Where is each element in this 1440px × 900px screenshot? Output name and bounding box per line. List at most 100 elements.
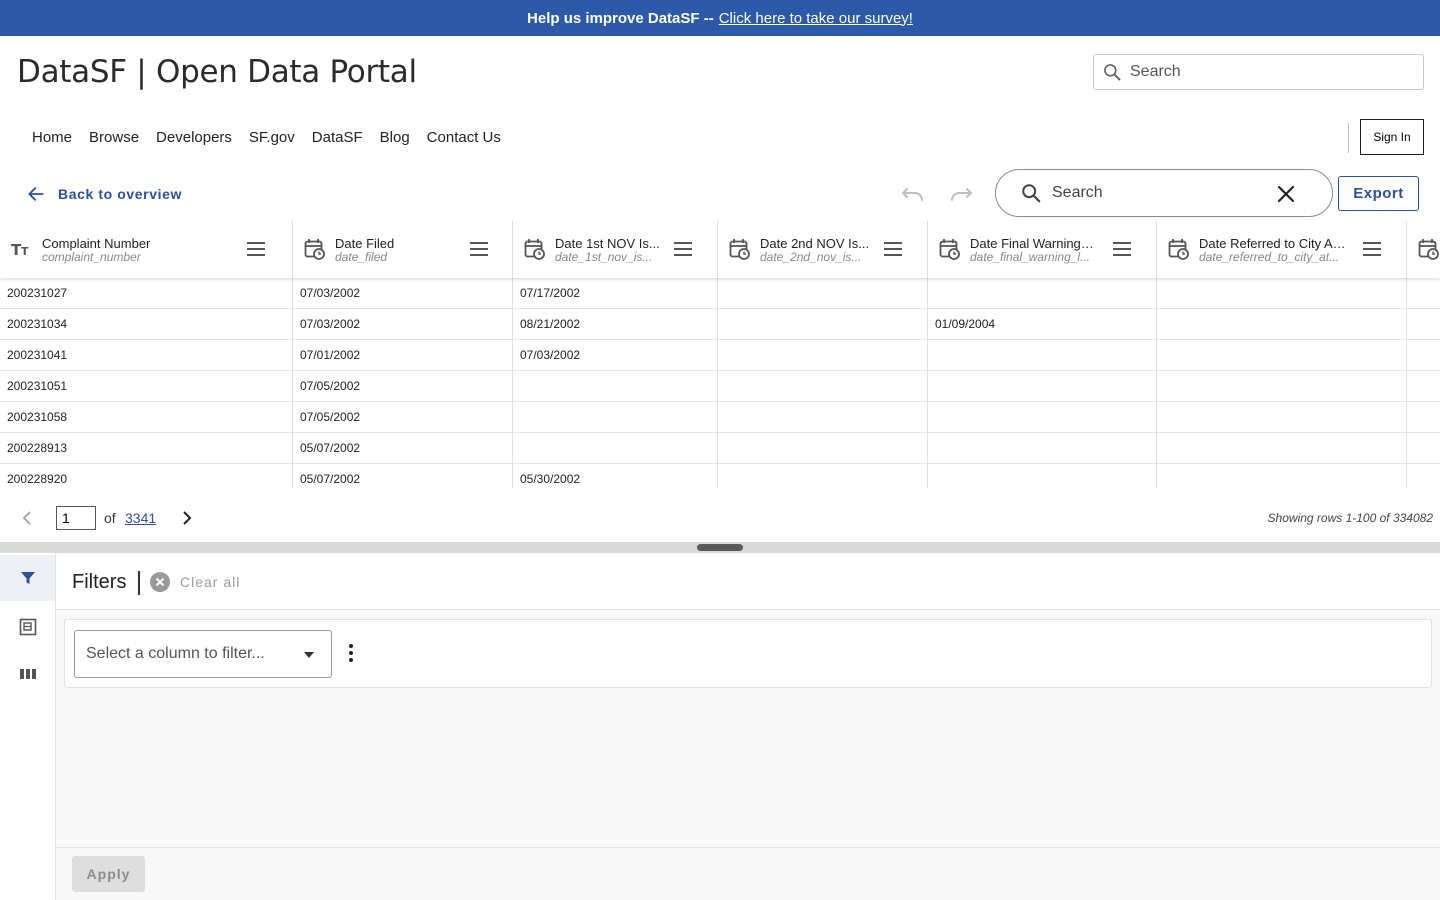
redo-icon[interactable]: [949, 185, 973, 203]
undo-icon[interactable]: [901, 185, 925, 203]
column-header-partial[interactable]: [1406, 221, 1440, 278]
table-row[interactable]: 200231058 07/05/2002: [0, 402, 1440, 433]
total-pages-link[interactable]: 3341: [125, 510, 156, 526]
close-icon[interactable]: [1276, 184, 1296, 204]
filters-footer: Apply: [56, 847, 1440, 900]
export-button[interactable]: Export: [1338, 176, 1419, 211]
site-search-input[interactable]: [1130, 63, 1410, 81]
calendar-date-icon: [1168, 239, 1189, 260]
hamburger-menu-icon[interactable]: [673, 241, 693, 257]
table-cell: [1156, 464, 1406, 488]
table-cell: 07/03/2002: [292, 278, 512, 309]
rows-info: Showing rows 1-100 of 334082: [1267, 511, 1433, 525]
table-cell: 200228920: [7, 472, 68, 486]
table-cell: [717, 309, 927, 340]
column-header-date-2nd-nov[interactable]: Date 2nd NOV Is... date_2nd_nov_is...: [717, 221, 927, 278]
chevron-right-icon[interactable]: [178, 510, 194, 526]
table-cell: [1156, 433, 1406, 464]
column-name: Complaint Number: [42, 236, 151, 251]
table-cell: [717, 278, 927, 309]
nav-item-sfgov[interactable]: SF.gov: [249, 129, 295, 146]
hamburger-menu-icon[interactable]: [883, 241, 903, 257]
drag-handle[interactable]: [697, 544, 743, 551]
column-name: Date 1st NOV Is...: [555, 236, 660, 251]
table-cell: [512, 402, 717, 433]
survey-link[interactable]: Click here to take our survey!: [719, 10, 913, 27]
table-cell: [512, 433, 717, 464]
table-cell: [927, 371, 1156, 402]
rail-columns-button[interactable]: [0, 651, 55, 697]
table-cell: 200231058: [7, 410, 68, 424]
column-header-complaint-number[interactable]: TT Complaint Number complaint_number: [0, 221, 292, 278]
column-field: date_referred_to_city_at...: [1199, 250, 1340, 264]
table-cell: [1156, 278, 1406, 309]
filters-title: Filters: [72, 571, 127, 593]
site-search[interactable]: [1093, 54, 1424, 90]
site-header: DataSF | Open Data Portal: [0, 36, 1440, 111]
hamburger-menu-icon[interactable]: [1112, 241, 1132, 257]
filter-row: Select a column to filter...: [64, 619, 1432, 688]
table-row[interactable]: 200231051 07/05/2002: [0, 371, 1440, 402]
nav-item-datasf[interactable]: DataSF: [312, 129, 363, 146]
title-divider: [138, 571, 140, 595]
text-type-icon: TT: [11, 241, 29, 258]
hamburger-menu-icon[interactable]: [1362, 241, 1382, 257]
table-cell: [717, 464, 927, 488]
grid-search-input[interactable]: [1052, 184, 1272, 202]
table-cell: 07/01/2002: [292, 340, 512, 371]
banner-text: Help us improve DataSF --: [527, 9, 714, 27]
chevron-left-icon[interactable]: [20, 510, 36, 526]
column-header-date-filed[interactable]: Date Filed date_filed: [292, 221, 512, 278]
main-nav: Home Browse Developers SF.gov DataSF Blo…: [0, 111, 1440, 161]
nav-item-developers[interactable]: Developers: [156, 129, 232, 146]
data-grid: TT Complaint Number complaint_number Dat…: [0, 221, 1440, 488]
nav-divider: [1348, 123, 1349, 153]
calendar-date-icon: [939, 239, 960, 260]
table-cell: 05/30/2002: [512, 464, 717, 488]
site-title[interactable]: DataSF | Open Data Portal: [17, 54, 417, 90]
grid-search[interactable]: [995, 169, 1333, 217]
table-row[interactable]: 200228920 05/07/2002 05/30/2002: [0, 464, 1440, 488]
table-cell: [927, 402, 1156, 433]
table-cell: 05/07/2002: [292, 433, 512, 464]
nav-item-home[interactable]: Home: [32, 129, 72, 146]
column-filter-select[interactable]: Select a column to filter...: [74, 630, 332, 678]
table-cell: [1406, 464, 1440, 488]
clear-all-label: Clear all: [180, 574, 241, 590]
column-header-date-1st-nov[interactable]: Date 1st NOV Is... date_1st_nov_is...: [512, 221, 717, 278]
apply-button[interactable]: Apply: [72, 856, 145, 892]
table-row[interactable]: 200231027 07/03/2002 07/17/2002: [0, 278, 1440, 309]
panel-splitter[interactable]: [0, 542, 1440, 553]
table-cell: [1156, 340, 1406, 371]
hamburger-menu-icon[interactable]: [469, 241, 489, 257]
page-number-input[interactable]: [56, 506, 96, 530]
caret-down-icon: [304, 652, 314, 658]
table-cell: 05/07/2002: [292, 464, 512, 488]
sign-in-button[interactable]: Sign In: [1360, 119, 1424, 155]
more-options-icon[interactable]: [348, 643, 354, 663]
nav-item-contact-us[interactable]: Contact Us: [427, 129, 501, 146]
rail-table-button[interactable]: [0, 604, 55, 650]
table-cell: [1156, 371, 1406, 402]
column-header-date-final-warning[interactable]: Date Final Warning ... date_final_warnin…: [927, 221, 1156, 278]
table-cell: 07/03/2002: [292, 309, 512, 340]
rail-filters-button[interactable]: [0, 555, 55, 601]
column-field: date_final_warning_l...: [970, 250, 1091, 264]
back-to-overview-link[interactable]: Back to overview: [26, 184, 182, 204]
table-row[interactable]: 200231041 07/01/2002 07/03/2002: [0, 340, 1440, 371]
table-cell: 200228913: [7, 441, 68, 455]
table-cell: [927, 433, 1156, 464]
column-header-date-referred[interactable]: Date Referred to City Att... date_referr…: [1156, 221, 1406, 278]
nav-item-browse[interactable]: Browse: [89, 129, 139, 146]
nav-item-blog[interactable]: Blog: [380, 129, 410, 146]
table-cell: 07/17/2002: [512, 278, 717, 309]
table-row[interactable]: 200228913 05/07/2002: [0, 433, 1440, 464]
table-cell: [1406, 278, 1440, 309]
clear-all-button[interactable]: Clear all: [150, 572, 240, 592]
table-row[interactable]: 200231034 07/03/2002 08/21/2002 01/09/20…: [0, 309, 1440, 340]
calendar-date-icon: [1418, 239, 1439, 260]
column-field: complaint_number: [42, 250, 141, 264]
table-cell: 200231041: [7, 348, 68, 362]
hamburger-menu-icon[interactable]: [246, 241, 266, 257]
dataset-toolbar: Back to overview Export: [0, 161, 1440, 221]
